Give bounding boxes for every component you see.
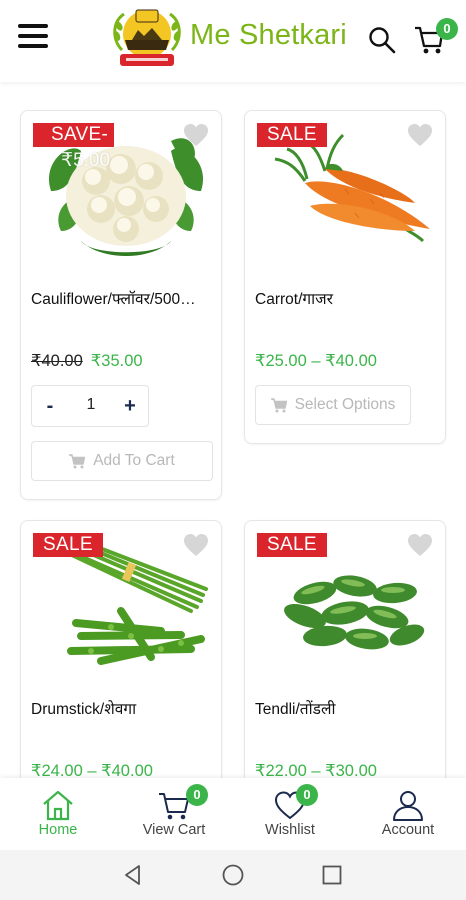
add-to-cart-button[interactable]: Add To Cart [31,441,213,481]
menu-icon[interactable] [18,24,48,52]
nav-account-label: Account [381,822,435,838]
quantity-decrease-button[interactable]: - [38,394,62,418]
search-icon[interactable] [368,26,396,54]
wishlist-count-badge: 0 [296,784,318,806]
app-name: Me Shetkari [190,19,347,51]
cart-count-badge: 0 [436,18,458,40]
product-card[interactable]: SAVE- ₹5.00 Cauliflower/फ्लॉवर/500… ₹40.… [20,110,222,500]
user-icon [393,791,423,821]
recents-square-icon[interactable] [320,863,344,887]
nav-home-label: Home [38,822,78,838]
old-price: ₹40.00 [31,352,83,370]
system-navigation-bar [0,850,466,900]
header-cart-button[interactable]: 0 [414,18,458,58]
quantity-increase-button[interactable]: + [118,394,142,418]
app-header: Me Shetkari 0 [0,0,466,82]
wishlist-heart-icon[interactable] [407,123,433,147]
sale-price: ₹35.00 [90,352,143,370]
add-to-cart-label: Add To Cart [93,452,175,469]
select-options-button[interactable]: Select Options [255,385,411,425]
sale-badge: SALE [257,123,327,147]
wishlist-heart-icon[interactable] [183,533,209,557]
product-card[interactable]: SALE Carrot/गाजर ₹25.00 – ₹40.00 Select … [244,110,446,444]
cart-icon [69,453,86,468]
product-name[interactable]: Cauliflower/फ्लॉवर/500… [31,287,217,309]
product-price: ₹40.00 ₹35.00 [31,351,143,371]
product-price: ₹25.00 – ₹40.00 [255,352,377,370]
product-card[interactable]: SALE Drumstick/शेवगा ₹24.00 – ₹40.00 [20,520,222,820]
wishlist-heart-icon[interactable] [407,533,433,557]
sale-discount-text: ₹5.00 [61,150,111,171]
product-name[interactable]: Tendli/तोंडली [255,697,441,719]
brand-logo [113,9,181,66]
product-card[interactable]: SALE Tendli/तोंडली ₹22.00 – ₹30.00 [244,520,446,820]
cart-icon [270,397,287,412]
nav-home[interactable]: Home [0,778,116,850]
sale-badge: SALE [257,533,327,557]
nav-wishlist-label: Wishlist [265,822,315,838]
back-icon[interactable] [121,863,145,887]
select-options-label: Select Options [294,396,396,413]
nav-wishlist[interactable]: 0 Wishlist [232,778,348,850]
bottom-navigation: Home 0 View Cart 0 Wishlist Account [0,778,466,850]
product-name[interactable]: Carrot/गाजर [255,287,441,309]
nav-view-cart-label: View Cart [142,822,206,838]
wishlist-heart-icon[interactable] [183,123,209,147]
home-circle-icon[interactable] [221,863,245,887]
quantity-stepper: - 1 + [31,385,149,427]
quantity-value[interactable]: 1 [72,396,110,414]
nav-view-cart[interactable]: 0 View Cart [116,778,232,850]
nav-account[interactable]: Account [350,778,466,850]
cart-count-badge: 0 [186,784,208,806]
home-icon [43,790,73,821]
product-name[interactable]: Drumstick/शेवगा [31,697,217,719]
sale-badge: SAVE- [33,123,115,147]
sale-badge: SALE [33,533,103,557]
